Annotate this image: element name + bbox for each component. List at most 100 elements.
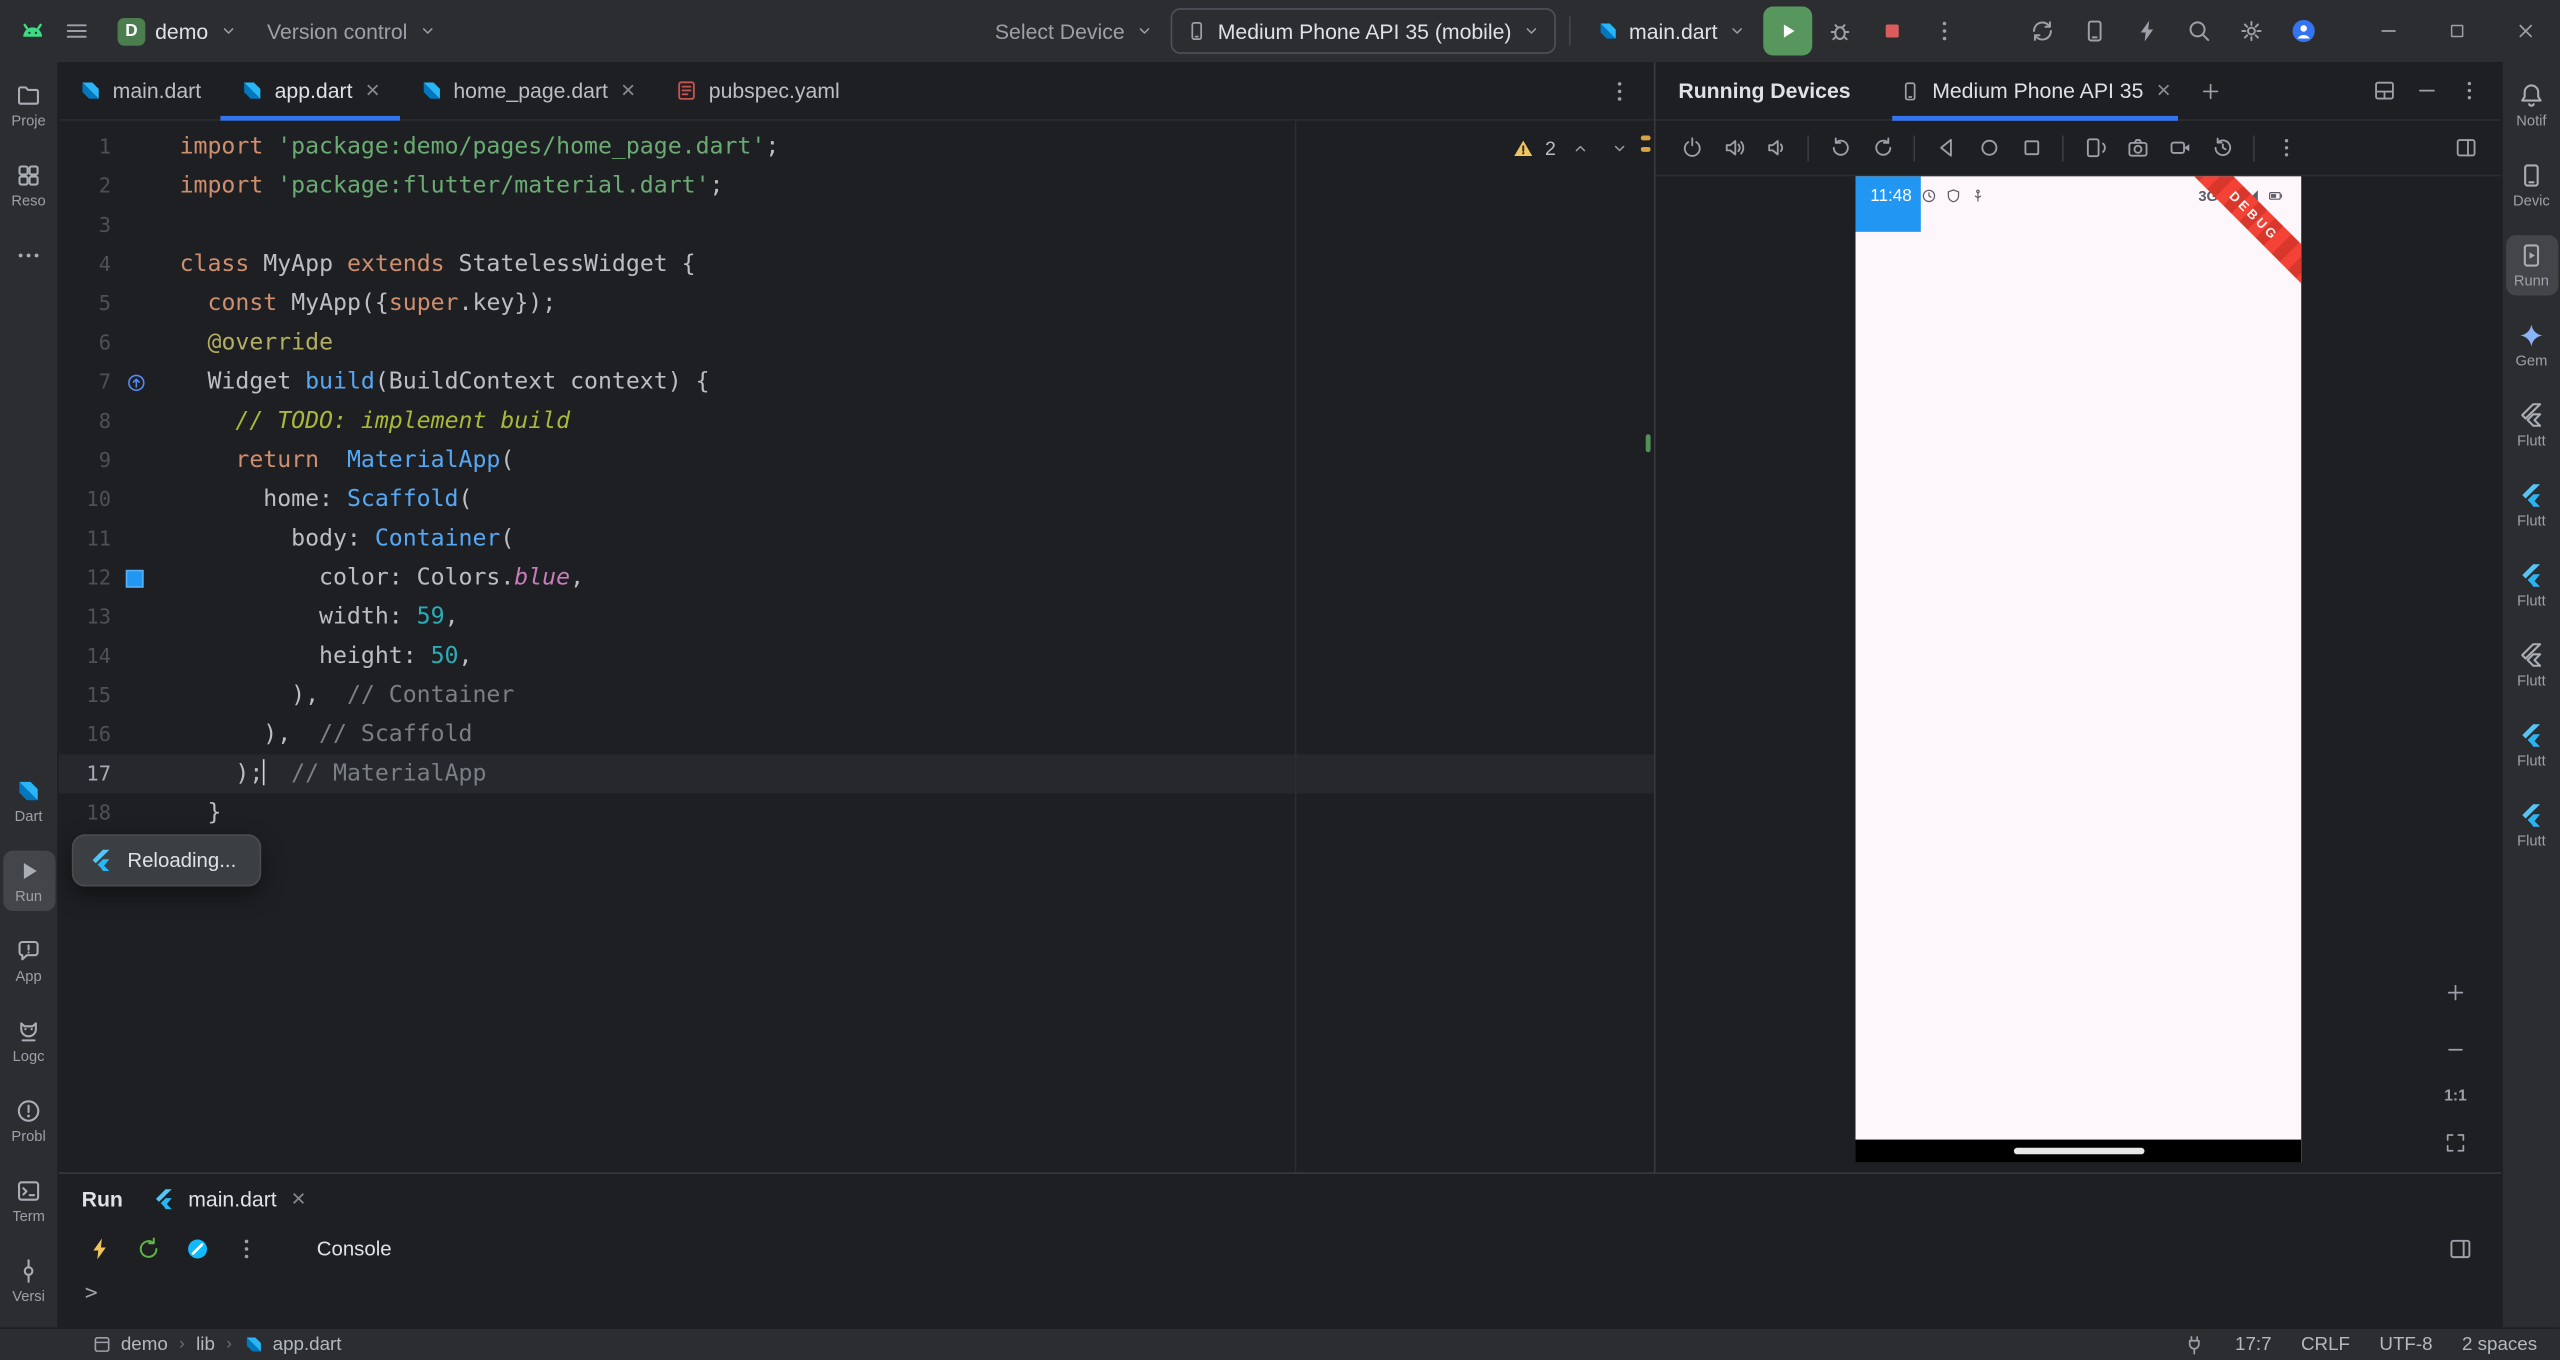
- add-device-tab-button[interactable]: [2190, 71, 2229, 110]
- console-tab[interactable]: Console: [317, 1238, 392, 1261]
- panel-layout-button[interactable]: [2364, 71, 2403, 110]
- gradle-sync-button[interactable]: [2018, 7, 2067, 56]
- main-menu-button[interactable]: [52, 7, 101, 56]
- tool-stripe-app-quality-insights[interactable]: App: [2, 931, 54, 991]
- overview-button[interactable]: [2011, 128, 2050, 167]
- rotate-left-button[interactable]: [1820, 128, 1859, 167]
- code-line[interactable]: 15 ), // Container: [59, 676, 1654, 715]
- more-button[interactable]: [2266, 128, 2305, 167]
- tool-stripe-device-manager[interactable]: Devic: [2505, 155, 2557, 215]
- previous-problem-button[interactable]: [1566, 134, 1595, 163]
- next-problem-button[interactable]: [1605, 134, 1634, 163]
- code-line[interactable]: 16 ), // Scaffold: [59, 715, 1654, 754]
- code-line[interactable]: 17 ); // MaterialApp: [58, 754, 1654, 794]
- debug-button[interactable]: [1816, 7, 1865, 56]
- tool-stripe-logcat[interactable]: Logc: [2, 1011, 54, 1071]
- code-line[interactable]: 3: [59, 206, 1654, 245]
- tool-stripe-flutter-property-editor[interactable]: Flutt: [2505, 635, 2557, 695]
- console-output[interactable]: >: [59, 1275, 2501, 1327]
- tool-stripe-flutter-performance[interactable]: Flutt: [2505, 555, 2557, 615]
- run-button[interactable]: [1763, 6, 1813, 56]
- run-tab-main-dart[interactable]: main.dart ×: [152, 1186, 306, 1211]
- breadcrumb-item-app.dart[interactable]: app.dart: [243, 1334, 342, 1355]
- window-close-button[interactable]: [2491, 0, 2560, 62]
- snapshot-button[interactable]: [2202, 128, 2241, 167]
- code-line[interactable]: 7 Widget build(BuildContext context) {: [59, 362, 1654, 401]
- tool-stripe-dart-analysis[interactable]: Dart: [2, 771, 54, 831]
- code-line[interactable]: 13 width: 59,: [59, 598, 1654, 637]
- more-console-actions-button[interactable]: [225, 1228, 267, 1270]
- zoom-in-button[interactable]: [2436, 973, 2475, 1012]
- status-line-ending[interactable]: CRLF: [2301, 1335, 2350, 1355]
- vcs-widget[interactable]: Version control: [254, 7, 450, 56]
- tool-stripe-running-devices[interactable]: Runn: [2505, 235, 2558, 296]
- close-run-tab-icon[interactable]: ×: [291, 1186, 305, 1210]
- code-line[interactable]: 5 const MyApp({super.key});: [59, 284, 1654, 323]
- tool-stripe-flutter-outline[interactable]: Flutt: [2505, 395, 2557, 455]
- volume-up-button[interactable]: [1714, 128, 1753, 167]
- override-gutter-icon[interactable]: [126, 371, 147, 392]
- tool-stripe-problems[interactable]: Probl: [2, 1091, 54, 1151]
- display-mode-button[interactable]: [2446, 128, 2485, 167]
- tool-stripe-resource-manager[interactable]: Reso: [2, 155, 54, 215]
- close-tab-icon[interactable]: ×: [366, 78, 380, 102]
- device-dropdown[interactable]: Medium Phone API 35 (mobile): [1170, 8, 1556, 54]
- screenshot-button[interactable]: [2118, 128, 2157, 167]
- tool-stripe-gemini[interactable]: Gem: [2505, 315, 2557, 375]
- code-editor[interactable]: 1 import 'package:demo/pages/home_page.da…: [58, 120, 1654, 1173]
- project-selector[interactable]: D demo: [104, 7, 250, 56]
- settings-button[interactable]: [2227, 7, 2276, 56]
- inspections-widget[interactable]: 2: [1512, 134, 1634, 163]
- open-devtools-button[interactable]: [176, 1228, 218, 1270]
- tool-stripe-flutter-devtools[interactable]: Flutt: [2505, 795, 2557, 855]
- tab-app.dart[interactable]: app.dart ×: [220, 62, 401, 121]
- zoom-reset-button[interactable]: 1:1: [2444, 1087, 2466, 1105]
- status-encoding[interactable]: UTF-8: [2379, 1335, 2432, 1355]
- zoom-out-button[interactable]: [2436, 1030, 2475, 1069]
- gesture-pill[interactable]: [2013, 1148, 2144, 1154]
- tool-stripe-version-control[interactable]: Versi: [2, 1251, 54, 1311]
- code-line[interactable]: 12 color: Colors.blue,: [59, 558, 1654, 597]
- volume-down-button[interactable]: [1757, 128, 1796, 167]
- code-line[interactable]: 19}: [59, 833, 1654, 872]
- code-line[interactable]: 10 home: Scaffold(: [59, 480, 1654, 519]
- back-button[interactable]: [1927, 128, 1966, 167]
- tool-stripe-notifications[interactable]: Notif: [2505, 75, 2557, 135]
- status-indent[interactable]: 2 spaces: [2462, 1335, 2537, 1355]
- code-line[interactable]: 8 // TODO: implement build: [59, 402, 1654, 441]
- color-preview-chip[interactable]: [125, 568, 144, 587]
- tool-stripe-more-tool-windows[interactable]: [2, 235, 54, 276]
- tool-stripe-run[interactable]: Run: [2, 850, 55, 912]
- close-tab-icon[interactable]: ×: [621, 78, 635, 102]
- window-maximize-button[interactable]: [2423, 0, 2492, 62]
- rotate-right-button[interactable]: [1863, 128, 1902, 167]
- code-line[interactable]: 4 class MyApp extends StatelessWidget {: [59, 245, 1654, 284]
- code-line[interactable]: 18 }: [59, 793, 1654, 832]
- tool-stripe-flutter-inspector[interactable]: Flutt: [2505, 475, 2557, 535]
- tool-stripe-terminal[interactable]: Term: [2, 1171, 54, 1231]
- breadcrumb-item-demo[interactable]: demo: [91, 1334, 168, 1355]
- power-button[interactable]: [1672, 128, 1711, 167]
- code-line[interactable]: 6 @override: [59, 323, 1654, 362]
- fold-button[interactable]: [2075, 128, 2114, 167]
- run-config-dropdown[interactable]: main.dart: [1583, 7, 1760, 56]
- account-button[interactable]: [2279, 7, 2328, 56]
- tab-options-button[interactable]: [1595, 66, 1644, 115]
- tool-stripe-flutter-attach[interactable]: Flutt: [2505, 715, 2557, 775]
- record-button[interactable]: [2160, 128, 2199, 167]
- device-tab[interactable]: Medium Phone API 35 ×: [1886, 62, 2183, 121]
- panel-options-button[interactable]: [2449, 71, 2488, 110]
- tab-main.dart[interactable]: main.dart: [59, 62, 221, 119]
- zoom-fit-button[interactable]: [2436, 1123, 2475, 1162]
- console-layout-button[interactable]: [2439, 1228, 2481, 1270]
- window-minimize-button[interactable]: [2354, 0, 2423, 62]
- more-run-actions-button[interactable]: [1920, 7, 1969, 56]
- stop-button[interactable]: [1868, 7, 1917, 56]
- status-caret-position[interactable]: 17:7: [2235, 1335, 2272, 1355]
- hot-reload-button[interactable]: [78, 1228, 120, 1270]
- code-line[interactable]: 2 import 'package:flutter/material.dart';: [59, 167, 1654, 206]
- code-line[interactable]: 9 return MaterialApp(: [59, 441, 1654, 480]
- breadcrumb-item-lib[interactable]: lib: [196, 1335, 215, 1355]
- close-device-tab-icon[interactable]: ×: [2156, 78, 2170, 102]
- code-line[interactable]: 11 body: Container(: [59, 519, 1654, 558]
